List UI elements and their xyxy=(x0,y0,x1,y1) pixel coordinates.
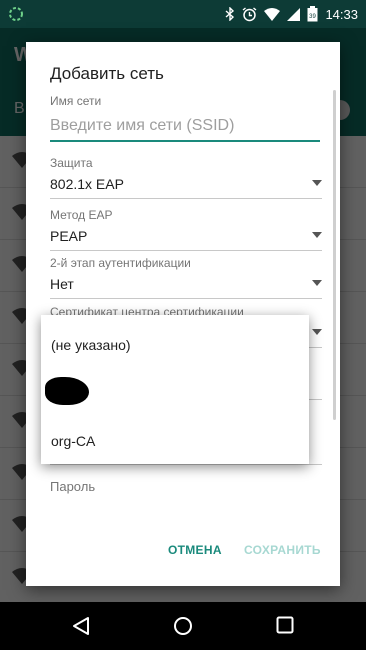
save-button[interactable]: СОХРАНИТЬ xyxy=(244,543,321,557)
dialog-title: Добавить сеть xyxy=(50,64,164,83)
phone-screen: 39 14:33 W B Добавить сеть Имя сети Защи… xyxy=(0,0,366,650)
phase2-select[interactable]: Нет xyxy=(50,273,322,299)
status-time: 14:33 xyxy=(325,6,358,22)
navigation-bar xyxy=(0,602,366,650)
signal-icon xyxy=(287,7,301,21)
eap-method-value: PEAP xyxy=(50,228,88,244)
status-bar: 39 14:33 xyxy=(0,0,366,28)
security-label: Защита xyxy=(50,156,93,170)
battery-icon: 39 xyxy=(307,6,318,22)
ca-cert-dropdown: (не указано) org-CA xyxy=(41,315,309,464)
back-icon[interactable] xyxy=(72,616,90,636)
eap-method-select[interactable]: PEAP xyxy=(50,225,322,251)
password-label: Пароль xyxy=(50,479,96,494)
alarm-icon xyxy=(242,6,257,22)
ssid-label: Имя сети xyxy=(50,94,102,108)
bluetooth-icon xyxy=(225,7,235,21)
dropdown-arrow-icon xyxy=(312,180,322,186)
dropdown-option[interactable]: (не указано) xyxy=(51,337,131,353)
home-icon[interactable] xyxy=(173,616,193,636)
phase2-label: 2-й этап аутентификации xyxy=(50,256,191,270)
add-network-dialog: Добавить сеть Имя сети Защита 802.1x EAP… xyxy=(26,42,340,586)
dropdown-arrow-icon xyxy=(312,280,322,286)
dropdown-arrow-icon xyxy=(312,329,322,335)
eap-method-label: Метод EAP xyxy=(50,208,113,222)
recents-icon[interactable] xyxy=(276,616,294,634)
redacted-option[interactable] xyxy=(45,377,89,405)
cancel-button[interactable]: ОТМЕНА xyxy=(168,543,222,557)
phase2-value: Нет xyxy=(50,276,74,292)
ssid-input[interactable] xyxy=(50,112,320,142)
dropdown-arrow-icon xyxy=(312,232,322,238)
wifi-icon xyxy=(264,7,281,21)
security-select[interactable]: 802.1x EAP xyxy=(50,173,322,199)
security-value: 802.1x EAP xyxy=(50,176,124,192)
sync-icon xyxy=(8,6,24,22)
dialog-scrollbar[interactable] xyxy=(333,90,336,420)
battery-level-text: 39 xyxy=(310,14,317,20)
dropdown-option[interactable]: org-CA xyxy=(51,433,95,449)
